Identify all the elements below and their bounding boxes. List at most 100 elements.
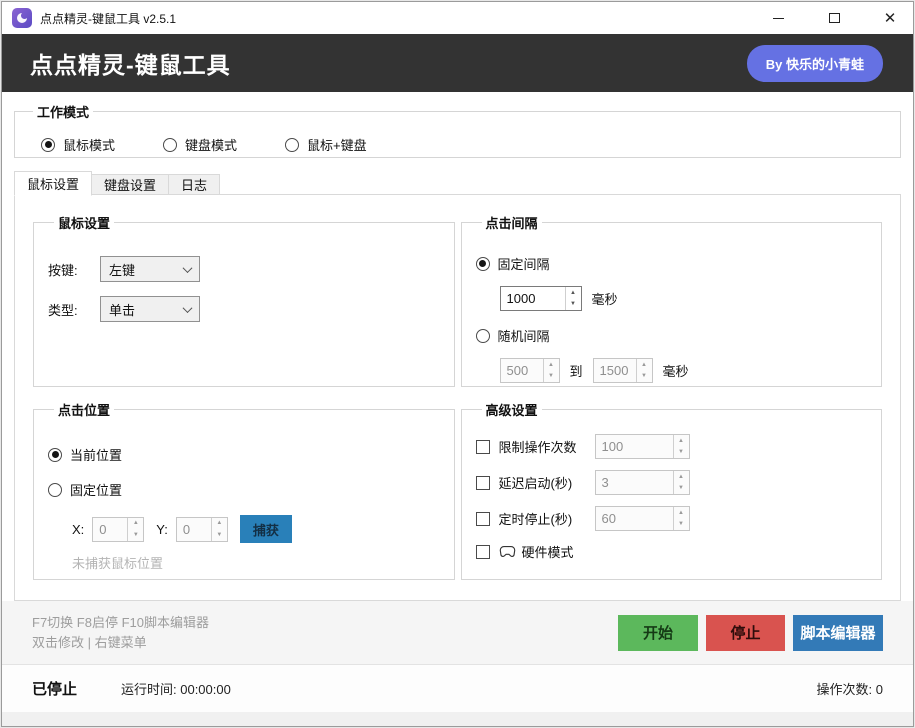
mouse-settings-label: 鼠标设置 [54, 213, 114, 232]
mouse-button-value: 左键 [109, 260, 135, 279]
current-position-row: 当前位置 [48, 445, 440, 464]
limit-count-checkbox[interactable] [476, 440, 490, 454]
radio-keyboard-mode[interactable]: 键盘模式 [163, 135, 259, 154]
spin-up-icon[interactable]: ▲ [212, 518, 227, 530]
radio-icon[interactable] [48, 483, 62, 497]
hotkey-hints: F7切换 F8启停 F10脚本编辑器 双击修改 | 右键菜单 [32, 613, 209, 653]
footer-bar: F7切换 F8启停 F10脚本编辑器 双击修改 | 右键菜单 开始 停止 脚本编… [2, 601, 913, 664]
hardware-mode-checkbox[interactable] [476, 545, 490, 559]
spin-up-icon[interactable]: ▲ [674, 435, 689, 447]
spinner-buttons: ▲▼ [673, 471, 689, 494]
radio-fixed-interval[interactable]: 固定间隔 [476, 254, 550, 273]
spinner-buttons: ▲▼ [211, 518, 227, 541]
spinner-buttons: ▲▼ [543, 359, 559, 382]
timed-stop-checkbox[interactable] [476, 512, 490, 526]
delay-start-checkbox[interactable] [476, 476, 490, 490]
app-icon [12, 8, 32, 28]
spin-down-icon[interactable]: ▼ [674, 519, 689, 531]
radio-icon[interactable] [163, 138, 177, 152]
spinner-buttons: ▲▼ [565, 287, 581, 310]
fixed-interval-row: 固定间隔 [476, 254, 868, 273]
spin-up-icon[interactable]: ▲ [674, 471, 689, 483]
hardware-mode-row: 硬件模式 [476, 542, 868, 561]
spin-down-icon[interactable]: ▼ [566, 299, 581, 311]
maximize-icon [829, 13, 840, 23]
radio-icon[interactable] [476, 257, 490, 271]
gamepad-icon [499, 545, 516, 558]
radio-icon[interactable] [41, 138, 55, 152]
spin-up-icon[interactable]: ▲ [637, 359, 652, 371]
close-icon: ✕ [884, 11, 897, 26]
radio-icon[interactable] [285, 138, 299, 152]
radio-random-interval[interactable]: 随机间隔 [476, 326, 550, 345]
fixed-interval-unit: 毫秒 [592, 289, 618, 308]
spin-down-icon[interactable]: ▼ [674, 447, 689, 459]
limit-count-row: 限制操作次数 100 ▲▼ [476, 434, 868, 459]
spin-down-icon[interactable]: ▼ [544, 371, 559, 383]
spinner-buttons: ▲▼ [673, 507, 689, 530]
spin-up-icon[interactable]: ▲ [674, 507, 689, 519]
limit-count-label: 限制操作次数 [499, 437, 595, 456]
tab-log[interactable]: 日志 [169, 174, 220, 195]
hotkey-hint-line2: 双击修改 | 右键菜单 [32, 633, 209, 653]
fixed-position-row: 固定位置 [48, 480, 440, 499]
x-coordinate-spinner[interactable]: 0 ▲▼ [92, 517, 144, 542]
spin-down-icon[interactable]: ▼ [128, 529, 143, 541]
right-column: 点击间隔 固定间隔 1000 ▲▼ 毫秒 [461, 213, 883, 582]
coordinates-row: X: 0 ▲▼ Y: 0 ▲▼ 捕获 [72, 515, 440, 543]
random-min-spinner[interactable]: 500 ▲▼ [500, 358, 560, 383]
limit-count-spinner[interactable]: 100 ▲▼ [595, 434, 690, 459]
radio-mouse-mode[interactable]: 鼠标模式 [41, 135, 137, 154]
y-coordinate-spinner[interactable]: 0 ▲▼ [176, 517, 228, 542]
chevron-down-icon [183, 303, 193, 313]
capture-button[interactable]: 捕获 [240, 515, 292, 543]
spin-up-icon[interactable]: ▲ [544, 359, 559, 371]
radio-fixed-position[interactable]: 固定位置 [48, 480, 122, 499]
mouse-button-select[interactable]: 左键 [100, 256, 200, 282]
spin-up-icon[interactable]: ▲ [128, 518, 143, 530]
timed-stop-row: 定时停止(秒) 60 ▲▼ [476, 506, 868, 531]
fixed-interval-value-row: 1000 ▲▼ 毫秒 [500, 286, 868, 311]
capture-hint: 未捕获鼠标位置 [72, 553, 440, 572]
tab-keyboard-settings[interactable]: 键盘设置 [92, 174, 169, 195]
spinner-buttons: ▲▼ [636, 359, 652, 382]
work-mode-options: 鼠标模式 键盘模式 鼠标+键盘 [27, 135, 888, 154]
close-button[interactable]: ✕ [873, 5, 907, 31]
random-interval-value-row: 500 ▲▼ 到 1500 ▲▼ 毫秒 [500, 358, 868, 383]
left-column: 鼠标设置 按键: 左键 类型: 单击 [33, 213, 455, 582]
start-button[interactable]: 开始 [618, 615, 698, 651]
app-title: 点点精灵-键鼠工具 [30, 46, 231, 80]
hardware-mode-label: 硬件模式 [522, 542, 574, 561]
mouse-settings-group: 鼠标设置 按键: 左键 类型: 单击 [33, 213, 455, 387]
radio-mouse-keyboard-mode[interactable]: 鼠标+键盘 [285, 135, 381, 154]
app-window: 点点精灵-键鼠工具 v2.5.1 ✕ 点点精灵-键鼠工具 By 快乐的小青蛙 工… [1, 1, 914, 727]
tab-strip: 鼠标设置 键盘设置 日志 [14, 170, 901, 195]
spin-down-icon[interactable]: ▼ [637, 371, 652, 383]
minimize-button[interactable] [761, 5, 795, 31]
spin-up-icon[interactable]: ▲ [566, 287, 581, 299]
spin-down-icon[interactable]: ▼ [674, 483, 689, 495]
random-interval-unit: 毫秒 [663, 361, 689, 380]
bottom-strip [2, 712, 913, 727]
random-max-spinner[interactable]: 1500 ▲▼ [593, 358, 653, 383]
stop-button[interactable]: 停止 [706, 615, 785, 651]
spin-down-icon[interactable]: ▼ [212, 529, 227, 541]
script-editor-button[interactable]: 脚本编辑器 [793, 615, 883, 651]
fixed-interval-spinner[interactable]: 1000 ▲▼ [500, 286, 582, 311]
maximize-button[interactable] [817, 5, 851, 31]
status-bar: 已停止 运行时间: 00:00:00 操作次数: 0 [2, 664, 913, 712]
tab-mouse-settings[interactable]: 鼠标设置 [14, 171, 92, 196]
click-type-select[interactable]: 单击 [100, 296, 200, 322]
title-bar: 点点精灵-键鼠工具 v2.5.1 ✕ [2, 2, 913, 34]
radio-icon[interactable] [48, 448, 62, 462]
delay-start-row: 延迟启动(秒) 3 ▲▼ [476, 470, 868, 495]
timed-stop-spinner[interactable]: 60 ▲▼ [595, 506, 690, 531]
work-mode-group: 工作模式 鼠标模式 键盘模式 鼠标+键盘 [14, 102, 901, 158]
click-type-label: 类型: [48, 300, 100, 319]
work-mode-label: 工作模式 [33, 102, 93, 121]
delay-start-spinner[interactable]: 3 ▲▼ [595, 470, 690, 495]
radio-current-position[interactable]: 当前位置 [48, 445, 122, 464]
click-position-label: 点击位置 [54, 400, 114, 419]
radio-icon[interactable] [476, 329, 490, 343]
app-header: 点点精灵-键鼠工具 By 快乐的小青蛙 [2, 34, 913, 92]
